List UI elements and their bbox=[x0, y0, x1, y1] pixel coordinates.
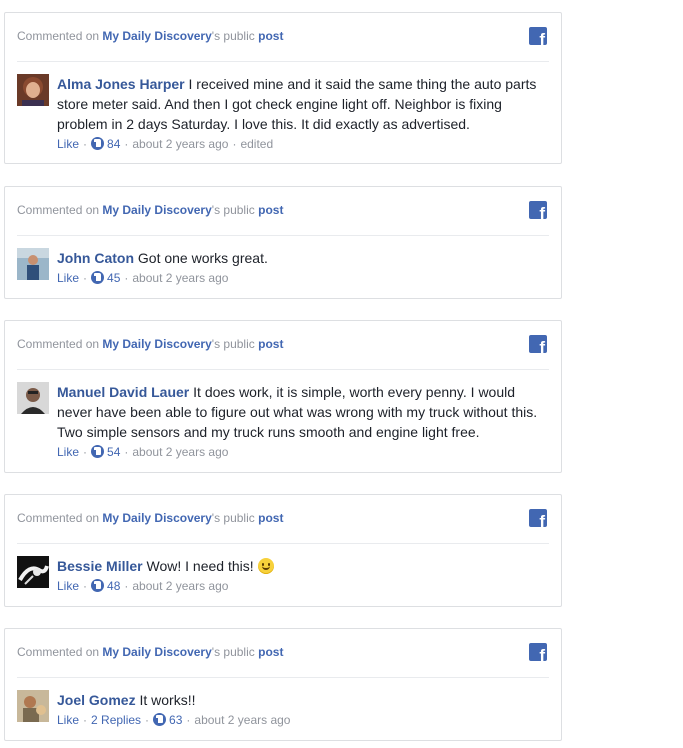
facebook-icon[interactable]: f bbox=[529, 201, 547, 219]
page-name-link[interactable]: My Daily Discovery bbox=[102, 29, 211, 43]
like-count-icon bbox=[153, 713, 167, 726]
timestamp[interactable]: about 2 years ago bbox=[132, 137, 228, 151]
comment-text: Manuel David Lauer It does work, it is s… bbox=[57, 382, 542, 442]
like-link[interactable]: Like bbox=[57, 271, 79, 285]
public-label: 's public bbox=[211, 203, 255, 217]
like-count-icon bbox=[91, 445, 105, 458]
author-name-link[interactable]: Alma Jones Harper bbox=[57, 76, 185, 92]
comment-card: Commented on My Daily Discovery's public… bbox=[4, 186, 562, 299]
avatar[interactable] bbox=[17, 382, 49, 414]
author-name-link[interactable]: Bessie Miller bbox=[57, 558, 143, 574]
card-header: Commented on My Daily Discovery's public… bbox=[17, 629, 549, 678]
comment-body: Alma Jones Harper I received mine and it… bbox=[5, 62, 561, 164]
facebook-icon[interactable]: f bbox=[529, 27, 547, 45]
comment-meta: Like · 54 · about 2 years ago bbox=[57, 445, 229, 459]
card-header: Commented on My Daily Discovery's public… bbox=[17, 13, 549, 62]
comment-context: Commented on My Daily Discovery's public… bbox=[17, 511, 283, 525]
comment-message: It works!! bbox=[139, 692, 196, 708]
comment-text: Joel Gomez It works!! bbox=[57, 690, 542, 710]
like-count[interactable]: 54 bbox=[107, 445, 120, 459]
like-count-icon bbox=[91, 271, 105, 284]
comment-meta: Like · 2 Replies · 63 · about 2 years ago bbox=[57, 713, 291, 727]
card-header: Commented on My Daily Discovery's public… bbox=[17, 495, 549, 544]
page-name-link[interactable]: My Daily Discovery bbox=[102, 645, 211, 659]
comment-body: Manuel David Lauer It does work, it is s… bbox=[5, 370, 561, 472]
avatar[interactable] bbox=[17, 556, 49, 588]
commented-on-label: Commented on bbox=[17, 29, 100, 43]
comment-body: John Caton Got one works great. Like · 45 ·… bbox=[5, 236, 561, 298]
comment-message: Got one works great. bbox=[137, 250, 268, 266]
comment-meta: Like · 45 · about 2 years ago bbox=[57, 271, 229, 285]
comment-meta: Like · 48 · about 2 years ago bbox=[57, 579, 229, 593]
public-label: 's public bbox=[211, 29, 255, 43]
smiley-emoji-icon bbox=[257, 558, 274, 574]
avatar[interactable] bbox=[17, 74, 49, 106]
public-label: 's public bbox=[211, 645, 255, 659]
comment-text: Alma Jones Harper I received mine and it… bbox=[57, 74, 542, 134]
like-count-icon bbox=[91, 137, 105, 150]
timestamp[interactable]: about 2 years ago bbox=[132, 445, 228, 459]
comment-body: Joel Gomez It works!! Like · 2 Replies · 63 ·… bbox=[5, 678, 561, 740]
comment-message: Wow! I need this! bbox=[146, 558, 254, 574]
public-label: 's public bbox=[211, 511, 255, 525]
like-count[interactable]: 48 bbox=[107, 579, 120, 593]
post-link[interactable]: post bbox=[258, 203, 283, 217]
timestamp[interactable]: about 2 years ago bbox=[194, 713, 290, 727]
like-link[interactable]: Like bbox=[57, 445, 79, 459]
comment-context: Commented on My Daily Discovery's public… bbox=[17, 337, 283, 351]
comment-meta: Like · 84 · about 2 years ago · edited bbox=[57, 137, 274, 151]
post-link[interactable]: post bbox=[258, 511, 283, 525]
like-count[interactable]: 84 bbox=[107, 137, 120, 151]
commented-on-label: Commented on bbox=[17, 645, 100, 659]
comment-context: Commented on My Daily Discovery's public… bbox=[17, 203, 283, 217]
comment-text: Bessie Miller Wow! I need this! bbox=[57, 556, 542, 576]
comment-body: Bessie Miller Wow! I need this! Like · 48 ·… bbox=[5, 544, 561, 606]
like-link[interactable]: Like bbox=[57, 137, 79, 151]
like-count[interactable]: 63 bbox=[169, 713, 182, 727]
author-name-link[interactable]: John Caton bbox=[57, 250, 134, 266]
page-name-link[interactable]: My Daily Discovery bbox=[102, 511, 211, 525]
timestamp[interactable]: about 2 years ago bbox=[132, 579, 228, 593]
like-count[interactable]: 45 bbox=[107, 271, 120, 285]
comment-card: Commented on My Daily Discovery's public… bbox=[4, 628, 562, 741]
commented-on-label: Commented on bbox=[17, 511, 100, 525]
comment-card: Commented on My Daily Discovery's public… bbox=[4, 12, 562, 164]
replies-link[interactable]: 2 Replies bbox=[91, 713, 141, 727]
like-count-icon bbox=[91, 579, 105, 592]
commented-on-label: Commented on bbox=[17, 203, 100, 217]
card-header: Commented on My Daily Discovery's public… bbox=[17, 187, 549, 236]
avatar[interactable] bbox=[17, 690, 49, 722]
author-name-link[interactable]: Joel Gomez bbox=[57, 692, 136, 708]
edited-label: edited bbox=[240, 137, 274, 151]
comment-card: Commented on My Daily Discovery's public… bbox=[4, 494, 562, 607]
facebook-icon[interactable]: f bbox=[529, 643, 547, 661]
author-name-link[interactable]: Manuel David Lauer bbox=[57, 384, 189, 400]
timestamp[interactable]: about 2 years ago bbox=[132, 271, 228, 285]
like-link[interactable]: Like bbox=[57, 579, 79, 593]
comment-context: Commented on My Daily Discovery's public… bbox=[17, 645, 283, 659]
facebook-icon[interactable]: f bbox=[529, 509, 547, 527]
public-label: 's public bbox=[211, 337, 255, 351]
post-link[interactable]: post bbox=[258, 337, 283, 351]
card-header: Commented on My Daily Discovery's public… bbox=[17, 321, 549, 370]
comment-context: Commented on My Daily Discovery's public… bbox=[17, 29, 283, 43]
post-link[interactable]: post bbox=[258, 29, 283, 43]
commented-on-label: Commented on bbox=[17, 337, 100, 351]
avatar[interactable] bbox=[17, 248, 49, 280]
comment-card: Commented on My Daily Discovery's public… bbox=[4, 320, 562, 473]
like-link[interactable]: Like bbox=[57, 713, 79, 727]
post-link[interactable]: post bbox=[258, 645, 283, 659]
page-name-link[interactable]: My Daily Discovery bbox=[102, 203, 211, 217]
comment-text: John Caton Got one works great. bbox=[57, 248, 542, 268]
page-name-link[interactable]: My Daily Discovery bbox=[102, 337, 211, 351]
facebook-icon[interactable]: f bbox=[529, 335, 547, 353]
